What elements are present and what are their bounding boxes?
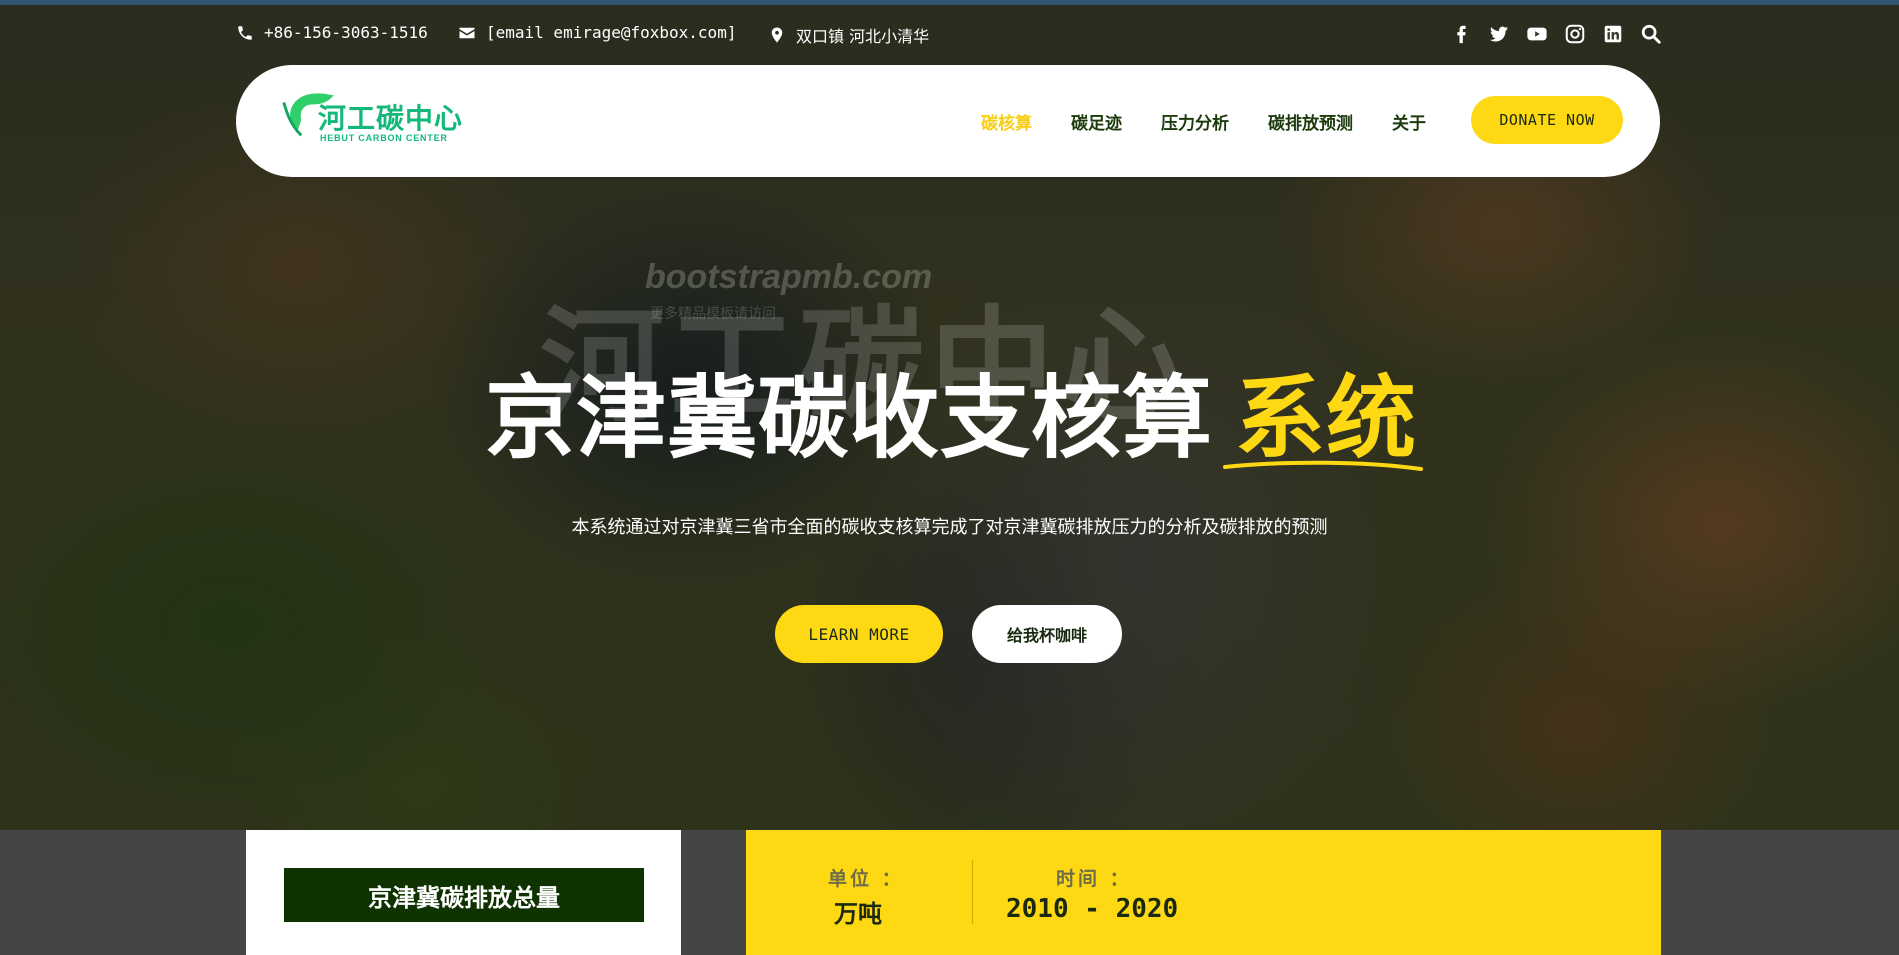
nav-item-pressure-analysis[interactable]: 压力分析 (1161, 109, 1229, 134)
facebook-icon[interactable] (1450, 23, 1472, 45)
learn-more-button[interactable]: LEARN MORE (775, 605, 943, 663)
total-emission-card: 京津冀碳排放总量 (246, 830, 681, 955)
location-contact: 双口镇 河北小清华 (768, 23, 929, 47)
main-navbar: 河工碳中心 HEBUT CARBON CENTER 碳核算 碳足迹 压力分析 碳… (236, 65, 1660, 177)
donate-now-button[interactable]: DONATE NOW (1471, 96, 1623, 144)
hero-title: 京津冀碳收支核算 系统 (485, 345, 1423, 471)
phone-contact[interactable]: +86-156-3063-1516 (236, 23, 428, 42)
logo-subtitle: HEBUT CARBON CENTER (320, 133, 448, 143)
unit-value: 万吨 (834, 900, 882, 928)
stats-section: 京津冀碳排放总量 单位 ： 万吨 时间 ： 2010 - 2020 (0, 830, 1899, 955)
location-text: 双口镇 河北小清华 (796, 27, 930, 46)
site-logo[interactable]: 河工碳中心 HEBUT CARBON CENTER (282, 93, 484, 151)
hero-description: 本系统通过对京津冀三省市全面的碳收支核算完成了对京津冀碳排放压力的分析及碳排放的… (571, 517, 1328, 538)
time-label: 时间 ： (1056, 868, 1132, 890)
stats-info-card: 单位 ： 万吨 时间 ： 2010 - 2020 (746, 830, 1661, 955)
background-watermark-site: bootstrapmb.com (645, 258, 933, 296)
stats-divider (972, 860, 973, 924)
hero-title-main: 京津冀碳收支核算 (485, 366, 1213, 471)
background-watermark-subtext: 更多精品模板请访问 (650, 306, 776, 322)
time-value: 2010 - 2020 (1006, 894, 1179, 924)
nav-item-carbon-footprint[interactable]: 碳足迹 (1071, 109, 1122, 134)
phone-icon (238, 25, 252, 40)
linkedin-icon[interactable] (1602, 23, 1624, 45)
contact-topbar: +86-156-3063-1516 [email emirage@foxbox.… (236, 23, 1662, 49)
hero-title-highlight: 系统 (1223, 366, 1423, 471)
hero-section: +86-156-3063-1516 [email emirage@foxbox.… (0, 5, 1899, 830)
buy-coffee-button[interactable]: 给我杯咖啡 (972, 605, 1122, 663)
social-links (1450, 23, 1662, 45)
unit-label: 单位 ： (828, 868, 904, 890)
instagram-icon[interactable] (1564, 23, 1586, 45)
nav-item-emission-forecast[interactable]: 碳排放预测 (1268, 109, 1353, 134)
search-icon[interactable] (1640, 23, 1662, 45)
total-emission-label: 京津冀碳排放总量 (284, 868, 644, 922)
email-address: [email emirage@foxbox.com] (486, 23, 737, 42)
highlight-underline (1223, 460, 1423, 471)
email-contact[interactable]: [email emirage@foxbox.com] (458, 23, 736, 42)
twitter-icon[interactable] (1488, 23, 1510, 45)
hero-title-highlight-text: 系统 (1235, 366, 1417, 471)
phone-number: +86-156-3063-1516 (264, 23, 428, 42)
youtube-icon[interactable] (1526, 23, 1548, 45)
nav-item-carbon-accounting[interactable]: 碳核算 (981, 109, 1032, 134)
nav-item-about[interactable]: 关于 (1392, 109, 1426, 134)
logo-text: 河工碳中心 (318, 102, 464, 135)
envelope-icon (459, 27, 475, 38)
map-pin-icon (771, 27, 783, 43)
